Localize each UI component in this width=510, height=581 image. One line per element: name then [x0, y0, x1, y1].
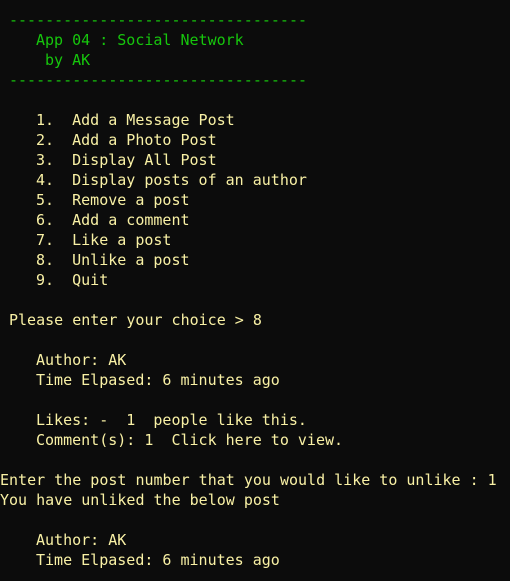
menu-item-label: Add a Photo Post [72, 131, 217, 149]
menu-item-label: Display All Post [72, 151, 217, 169]
header-divider-top: --------------------------------- [9, 11, 308, 29]
menu-item-4: 4. Display posts of an author [36, 170, 307, 190]
post-time: Time Elpased: 6 minutes ago [36, 551, 280, 569]
menu-item-7: 7. Like a post [36, 230, 171, 250]
menu-item-label: Quit [72, 271, 109, 289]
menu-item-number: 8. [36, 251, 55, 269]
menu-item-number: 7. [36, 231, 55, 249]
menu-item-9: 9. Quit [36, 270, 108, 290]
unlike-prompt-label: Enter the post number that you would lik… [0, 471, 488, 489]
menu-item-8: 8. Unlike a post [36, 250, 190, 270]
unlike-prompt[interactable]: Enter the post number that you would lik… [0, 470, 497, 490]
unlike-input-value[interactable]: 1 [488, 471, 497, 489]
menu-item-2: 2. Add a Photo Post [36, 130, 217, 150]
post-likes: Likes: - 1 people like this. [36, 411, 307, 429]
app-title: App 04 : Social Network [36, 31, 244, 49]
menu-item-label: Unlike a post [72, 251, 190, 269]
menu-item-label: Display posts of an author [72, 171, 307, 189]
choice-input-value[interactable]: 8 [253, 311, 262, 329]
menu-item-number: 4. [36, 171, 55, 189]
post-time: Time Elpased: 6 minutes ago [36, 371, 280, 389]
unlike-confirmation: You have unliked the below post [0, 491, 280, 509]
menu-item-number: 6. [36, 211, 55, 229]
menu-item-label: Add a comment [72, 211, 190, 229]
console-window: --------------------------------- App 04… [0, 0, 510, 581]
post-comments: Comment(s): 1 Click here to view. [36, 431, 344, 449]
choice-prompt[interactable]: Please enter your choice > 8 [9, 310, 262, 330]
menu-item-3: 3. Display All Post [36, 150, 217, 170]
menu-item-number: 9. [36, 271, 55, 289]
menu-item-6: 6. Add a comment [36, 210, 190, 230]
header-divider-bottom: --------------------------------- [9, 71, 308, 89]
menu-item-number: 2. [36, 131, 55, 149]
menu-item-label: Like a post [72, 231, 172, 249]
menu-item-number: 3. [36, 151, 55, 169]
choice-prompt-label: Please enter your choice > [9, 311, 253, 329]
menu-item-5: 5. Remove a post [36, 190, 190, 210]
post-author: Author: AK [36, 351, 127, 369]
menu-item-number: 5. [36, 191, 55, 209]
menu-item-label: Add a Message Post [72, 111, 235, 129]
menu-item-number: 1. [36, 111, 55, 129]
menu-item-label: Remove a post [72, 191, 190, 209]
post-author: Author: AK [36, 531, 127, 549]
app-author: by AK [45, 51, 91, 69]
menu-item-1: 1. Add a Message Post [36, 110, 235, 130]
